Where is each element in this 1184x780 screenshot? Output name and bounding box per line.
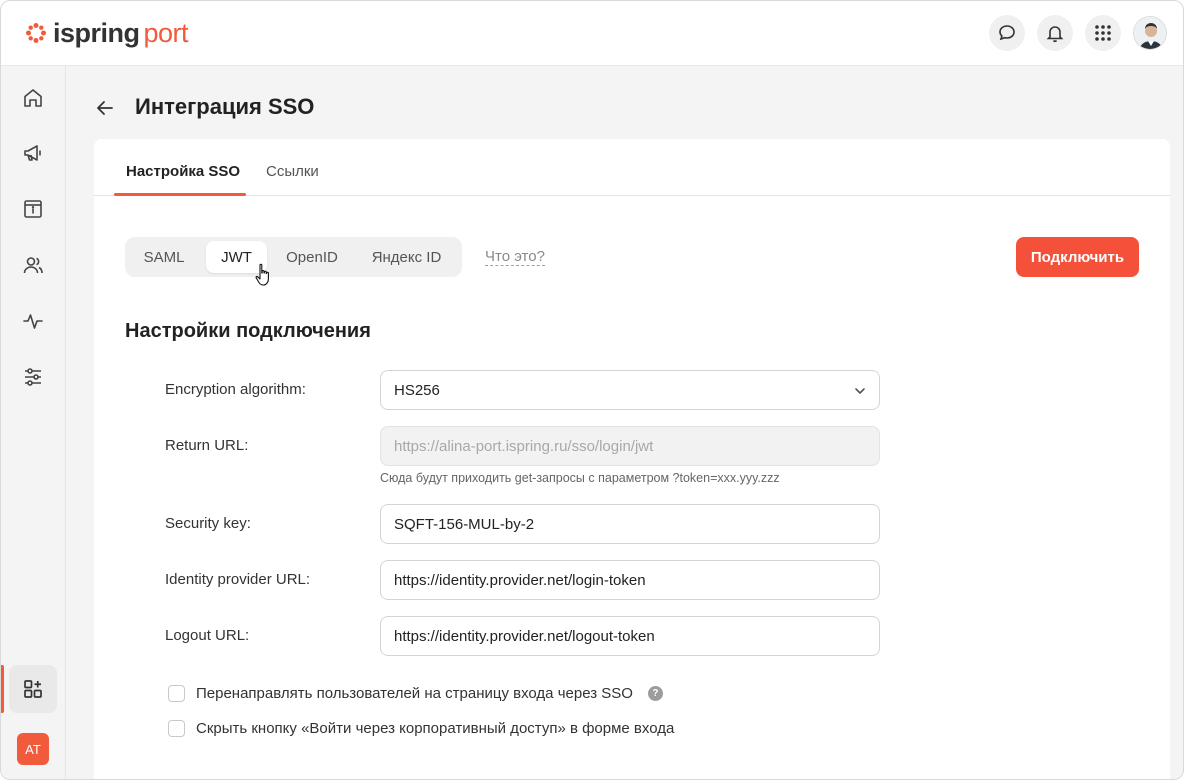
encryption-value: HS256 (394, 381, 440, 399)
logout-url-value: https://identity.provider.net/logout-tok… (394, 627, 655, 645)
encryption-label: Encryption algorithm: (165, 381, 306, 398)
chat-icon (999, 25, 1015, 41)
identity-url-field[interactable]: https://identity.provider.net/login-toke… (380, 560, 880, 600)
sidebar-item-widgets[interactable] (9, 665, 57, 713)
sso-settings-card: Настройка SSO Ссылки SAML JWT OpenID Янд… (94, 139, 1170, 779)
redirect-sso-label: Перенаправлять пользователей на страницу… (196, 685, 633, 702)
activity-icon (23, 314, 43, 329)
sidebar-item-users[interactable] (9, 241, 57, 289)
top-bar: ispring port (1, 1, 1183, 66)
tabs-bar: Настройка SSO Ссылки (94, 139, 1170, 196)
protocol-yandex-id[interactable]: Яндекс ID (357, 241, 456, 273)
avatar-photo-icon (1134, 17, 1166, 49)
apps-grid-icon (1095, 25, 1111, 41)
protocol-saml[interactable]: SAML (131, 241, 197, 273)
active-indicator (1, 665, 4, 713)
megaphone-icon (24, 145, 41, 161)
active-tab-underline (114, 193, 246, 196)
hand-pointer-cursor-icon (255, 263, 269, 286)
connect-button[interactable]: Подключить (1016, 237, 1139, 277)
users-icon (23, 257, 43, 274)
back-button[interactable] (93, 96, 117, 120)
logo-port: port (143, 17, 189, 48)
security-key-field[interactable]: SQFT-156-MUL-by-2 (380, 504, 880, 544)
return-url-field: https://alina-port.ispring.ru/sso/login/… (380, 426, 880, 466)
hide-corporate-button-checkbox[interactable] (168, 720, 185, 737)
logo[interactable]: ispring port (25, 17, 189, 49)
hide-corporate-button-option[interactable]: Скрыть кнопку «Войти через корпоративный… (168, 720, 674, 737)
sidebar: AT (1, 66, 66, 779)
protocol-switcher: SAML JWT OpenID Яндекс ID (125, 237, 462, 277)
logout-url-label: Logout URL: (165, 627, 250, 644)
security-key-value: SQFT-156-MUL-by-2 (394, 515, 535, 533)
return-url-hint: Сюда будут приходить get-запросы с парам… (380, 471, 780, 485)
what-is-this-link[interactable]: Что это? (485, 249, 545, 266)
section-title: Настройки подключения (125, 320, 371, 342)
chat-button[interactable] (989, 15, 1025, 51)
ispring-flower-icon (26, 23, 46, 43)
logout-url-field[interactable]: https://identity.provider.net/logout-tok… (380, 616, 880, 656)
sidebar-item-settings[interactable] (9, 353, 57, 401)
user-avatar[interactable] (1133, 16, 1167, 50)
identity-url-label: Identity provider URL: (165, 571, 311, 588)
redirect-sso-option[interactable]: Перенаправлять пользователей на страницу… (168, 685, 663, 702)
sidebar-item-announcements[interactable] (9, 129, 57, 177)
logo-name: ispring (53, 17, 140, 48)
hide-corporate-button-label: Скрыть кнопку «Войти через корпоративный… (196, 720, 675, 737)
settings-sliders-icon (25, 368, 41, 386)
page-title: Интеграция SSO (135, 94, 315, 119)
return-url-label: Return URL: (165, 437, 249, 454)
app-window: ispring port AT Интеграция SSO Настройка… (0, 0, 1184, 780)
protocol-openid[interactable]: OpenID (276, 241, 348, 273)
tab-sso-settings[interactable]: Настройка SSO (126, 163, 240, 180)
home-icon (24, 89, 42, 107)
notifications-button[interactable] (1037, 15, 1073, 51)
user-initials-badge[interactable]: AT (17, 733, 49, 765)
chevron-down-icon (855, 388, 865, 394)
sidebar-item-info[interactable] (9, 185, 57, 233)
top-actions (989, 15, 1167, 51)
info-calendar-icon (24, 200, 42, 218)
question-icon[interactable]: ? (647, 686, 663, 701)
redirect-sso-checkbox[interactable] (168, 685, 185, 702)
return-url-placeholder: https://alina-port.ispring.ru/sso/login/… (394, 437, 654, 455)
encryption-select[interactable]: HS256 (380, 370, 880, 410)
security-key-label: Security key: (165, 515, 251, 532)
apps-button[interactable] (1085, 15, 1121, 51)
add-widgets-icon (24, 680, 42, 698)
sidebar-item-home[interactable] (9, 74, 57, 122)
tab-links[interactable]: Ссылки (266, 163, 319, 180)
identity-url-value: https://identity.provider.net/login-toke… (394, 571, 646, 589)
sidebar-item-activity[interactable] (9, 297, 57, 345)
arrow-left-icon (97, 101, 113, 115)
bell-icon (1046, 26, 1064, 43)
